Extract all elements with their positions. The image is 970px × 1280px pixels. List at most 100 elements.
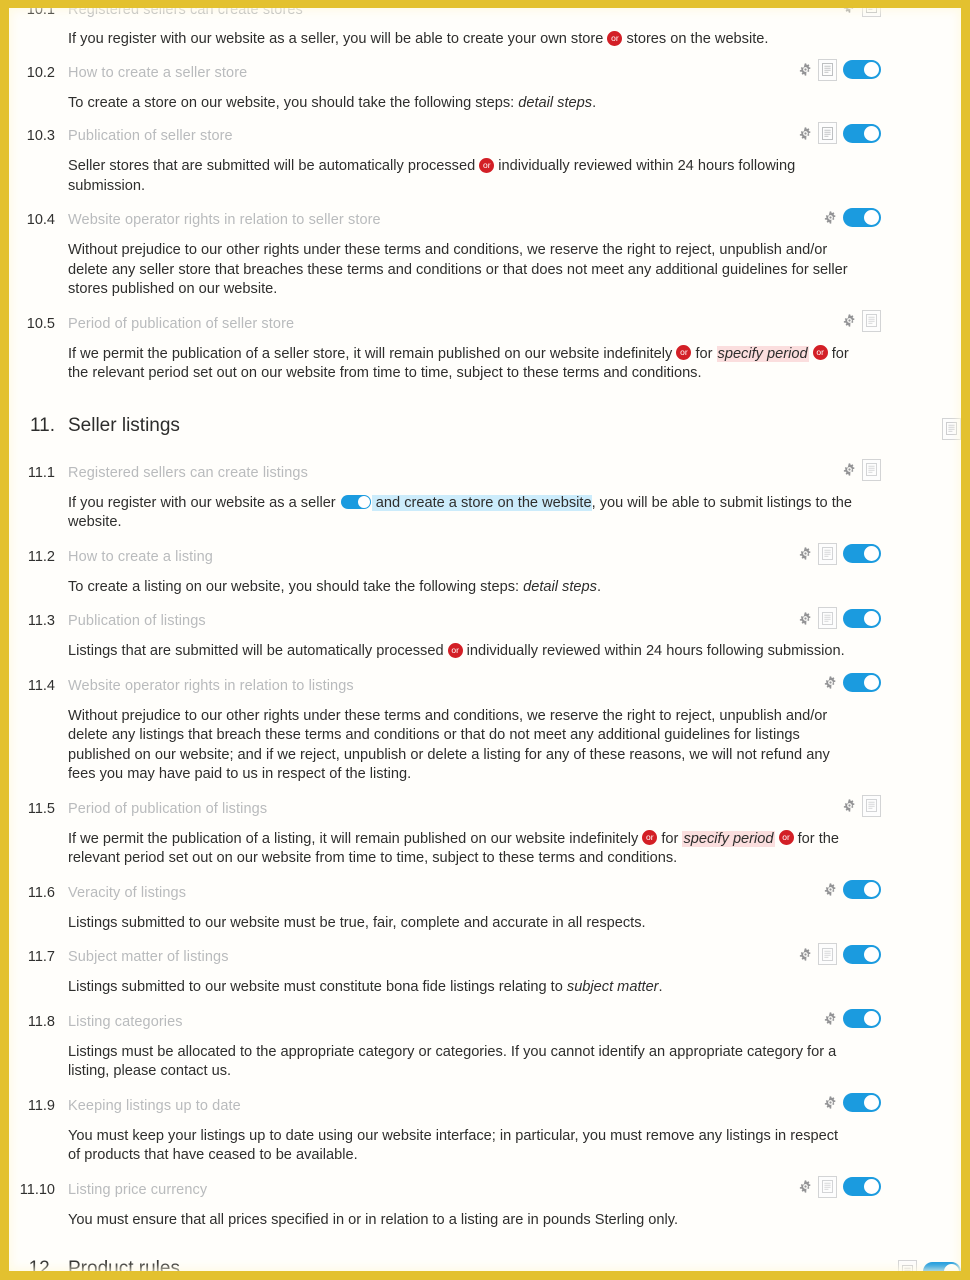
clause-controls <box>824 1009 881 1029</box>
gear-icon[interactable] <box>799 947 812 961</box>
gear-icon[interactable] <box>843 463 856 476</box>
clause-body: If you register with our website as a se… <box>68 494 853 533</box>
body-text: . <box>596 578 601 595</box>
clause-11-4: 11.4 Website operator rights in relation… <box>9 673 961 785</box>
clause-header: 11.6 Veracity of listings <box>9 880 881 903</box>
gear-icon[interactable] <box>799 1180 812 1193</box>
gear-icon[interactable] <box>799 611 812 625</box>
gear-icon[interactable] <box>824 883 837 896</box>
clause-body: To create a listing on our website, you … <box>68 578 846 598</box>
body-text: stores on the website. <box>622 31 769 47</box>
or-badge[interactable]: or <box>607 30 623 46</box>
clause-title: Registered sellers can create stores <box>68 2 303 18</box>
toggle-switch[interactable] <box>843 1177 881 1196</box>
clause-body: Listings must be allocated to the approp… <box>68 1043 837 1080</box>
or-badge[interactable]: or <box>778 830 794 846</box>
document-note-icon[interactable] <box>862 309 881 332</box>
toggle-switch[interactable] <box>843 673 881 692</box>
clause-title: Keeping listings up to date <box>68 1097 241 1114</box>
clause-controls <box>799 607 881 629</box>
highlighted-placeholder[interactable]: specify period <box>716 345 809 362</box>
document-note-icon[interactable] <box>942 417 961 440</box>
clause-controls <box>799 58 881 81</box>
gear-icon[interactable] <box>843 314 856 327</box>
toggle-switch[interactable] <box>843 123 881 143</box>
clause-controls <box>824 1093 881 1113</box>
or-badge[interactable]: or <box>676 345 692 361</box>
section-number: 11. <box>29 414 55 436</box>
clause-number: 10.2 <box>26 64 55 81</box>
clause-11-5: 11.5 Period of publication of listings I… <box>9 794 961 869</box>
body-text: Listings submitted to our website must c… <box>68 979 567 995</box>
clause-body: Listings submitted to our website must b… <box>68 914 646 931</box>
body-text: Seller stores that are submitted will be… <box>68 158 480 174</box>
gear-icon[interactable] <box>843 0 856 13</box>
toggle-switch[interactable] <box>843 944 881 964</box>
clause-header: 10.5 Period of publication of seller sto… <box>9 309 881 334</box>
clause-number: 10.3 <box>26 128 55 144</box>
clause-body: Without prejudice to our other rights un… <box>68 707 830 783</box>
document-note-icon[interactable] <box>862 794 881 817</box>
clause-title: Publication of seller store <box>68 128 233 144</box>
gear-icon[interactable] <box>843 799 856 812</box>
clause-header: 11.8 Listing categories <box>9 1009 881 1032</box>
document-note-icon[interactable] <box>818 58 837 81</box>
section-number: 12. <box>28 1258 55 1279</box>
clause-controls <box>843 309 881 332</box>
or-badge[interactable]: or <box>812 345 828 361</box>
clause-number: 10.1 <box>26 2 55 18</box>
clause-title: Registered sellers can create listings <box>68 464 308 481</box>
clause-10-3: 10.3 Publication of seller store Seller … <box>9 122 961 196</box>
or-badge[interactable]: or <box>447 642 463 658</box>
document-note-icon[interactable] <box>818 607 837 629</box>
clause-controls <box>824 880 881 900</box>
or-badge[interactable]: or <box>642 830 658 846</box>
clause-title: Listing price currency <box>68 1181 208 1198</box>
highlighted-clause-text[interactable]: and create a store on the website <box>371 494 592 511</box>
inline-toggle-switch[interactable] <box>340 494 371 509</box>
toggle-switch[interactable] <box>843 1093 881 1112</box>
clause-body: You must keep your listings up to date u… <box>68 1127 839 1164</box>
clause-body: You must ensure that all prices specifie… <box>68 1211 679 1228</box>
gear-icon[interactable] <box>799 63 812 76</box>
document-note-icon[interactable] <box>862 0 881 17</box>
clause-title: Website operator rights in relation to l… <box>68 677 354 694</box>
gear-icon[interactable] <box>799 547 812 560</box>
clause-controls <box>799 943 881 965</box>
or-badge[interactable]: or <box>479 157 495 173</box>
toggle-switch[interactable] <box>843 60 881 79</box>
gear-icon[interactable] <box>824 676 837 689</box>
toggle-switch[interactable] <box>843 544 881 563</box>
toggle-switch[interactable] <box>843 608 881 628</box>
document-note-icon[interactable] <box>818 122 837 144</box>
document-note-icon[interactable] <box>818 1175 837 1198</box>
body-text: If we permit the publication of a seller… <box>68 345 677 362</box>
toggle-switch[interactable] <box>843 1009 881 1028</box>
document-note-icon[interactable] <box>898 1260 917 1280</box>
document-note-icon[interactable] <box>862 458 881 481</box>
gear-icon[interactable] <box>824 1012 837 1025</box>
clause-header: 10.4 Website operator rights in relation… <box>9 207 881 230</box>
body-text: If you register with our website as a se… <box>68 494 340 511</box>
clause-number: 10.5 <box>26 315 55 332</box>
toggle-switch[interactable] <box>843 880 881 899</box>
body-text: To create a listing on our website, you … <box>68 578 524 595</box>
document-note-icon[interactable] <box>818 943 837 965</box>
clause-10-2: 10.2 How to create a seller store To cre… <box>9 58 961 114</box>
clause-title: Period of publication of seller store <box>68 315 295 332</box>
toggle-switch[interactable] <box>923 1261 961 1280</box>
document-page: 10.1 Registered sellers can create store… <box>0 0 970 1280</box>
gear-icon[interactable] <box>799 126 812 140</box>
body-text: . <box>592 94 597 111</box>
document-note-icon[interactable] <box>818 542 837 565</box>
clause-header: 11.1 Registered sellers can create listi… <box>9 458 881 483</box>
clause-title: Veracity of listings <box>68 884 187 901</box>
highlighted-placeholder[interactable]: specify period <box>682 830 775 847</box>
gear-icon[interactable] <box>824 1096 837 1109</box>
toggle-switch[interactable] <box>843 207 881 227</box>
clause-11-2: 11.2 How to create a listing To create a… <box>9 542 961 598</box>
gear-icon[interactable] <box>824 210 837 224</box>
clause-number: 11.4 <box>27 677 55 694</box>
clause-title: Website operator rights in relation to s… <box>68 212 381 228</box>
body-text: Listings that are submitted will be auto… <box>68 643 448 659</box>
